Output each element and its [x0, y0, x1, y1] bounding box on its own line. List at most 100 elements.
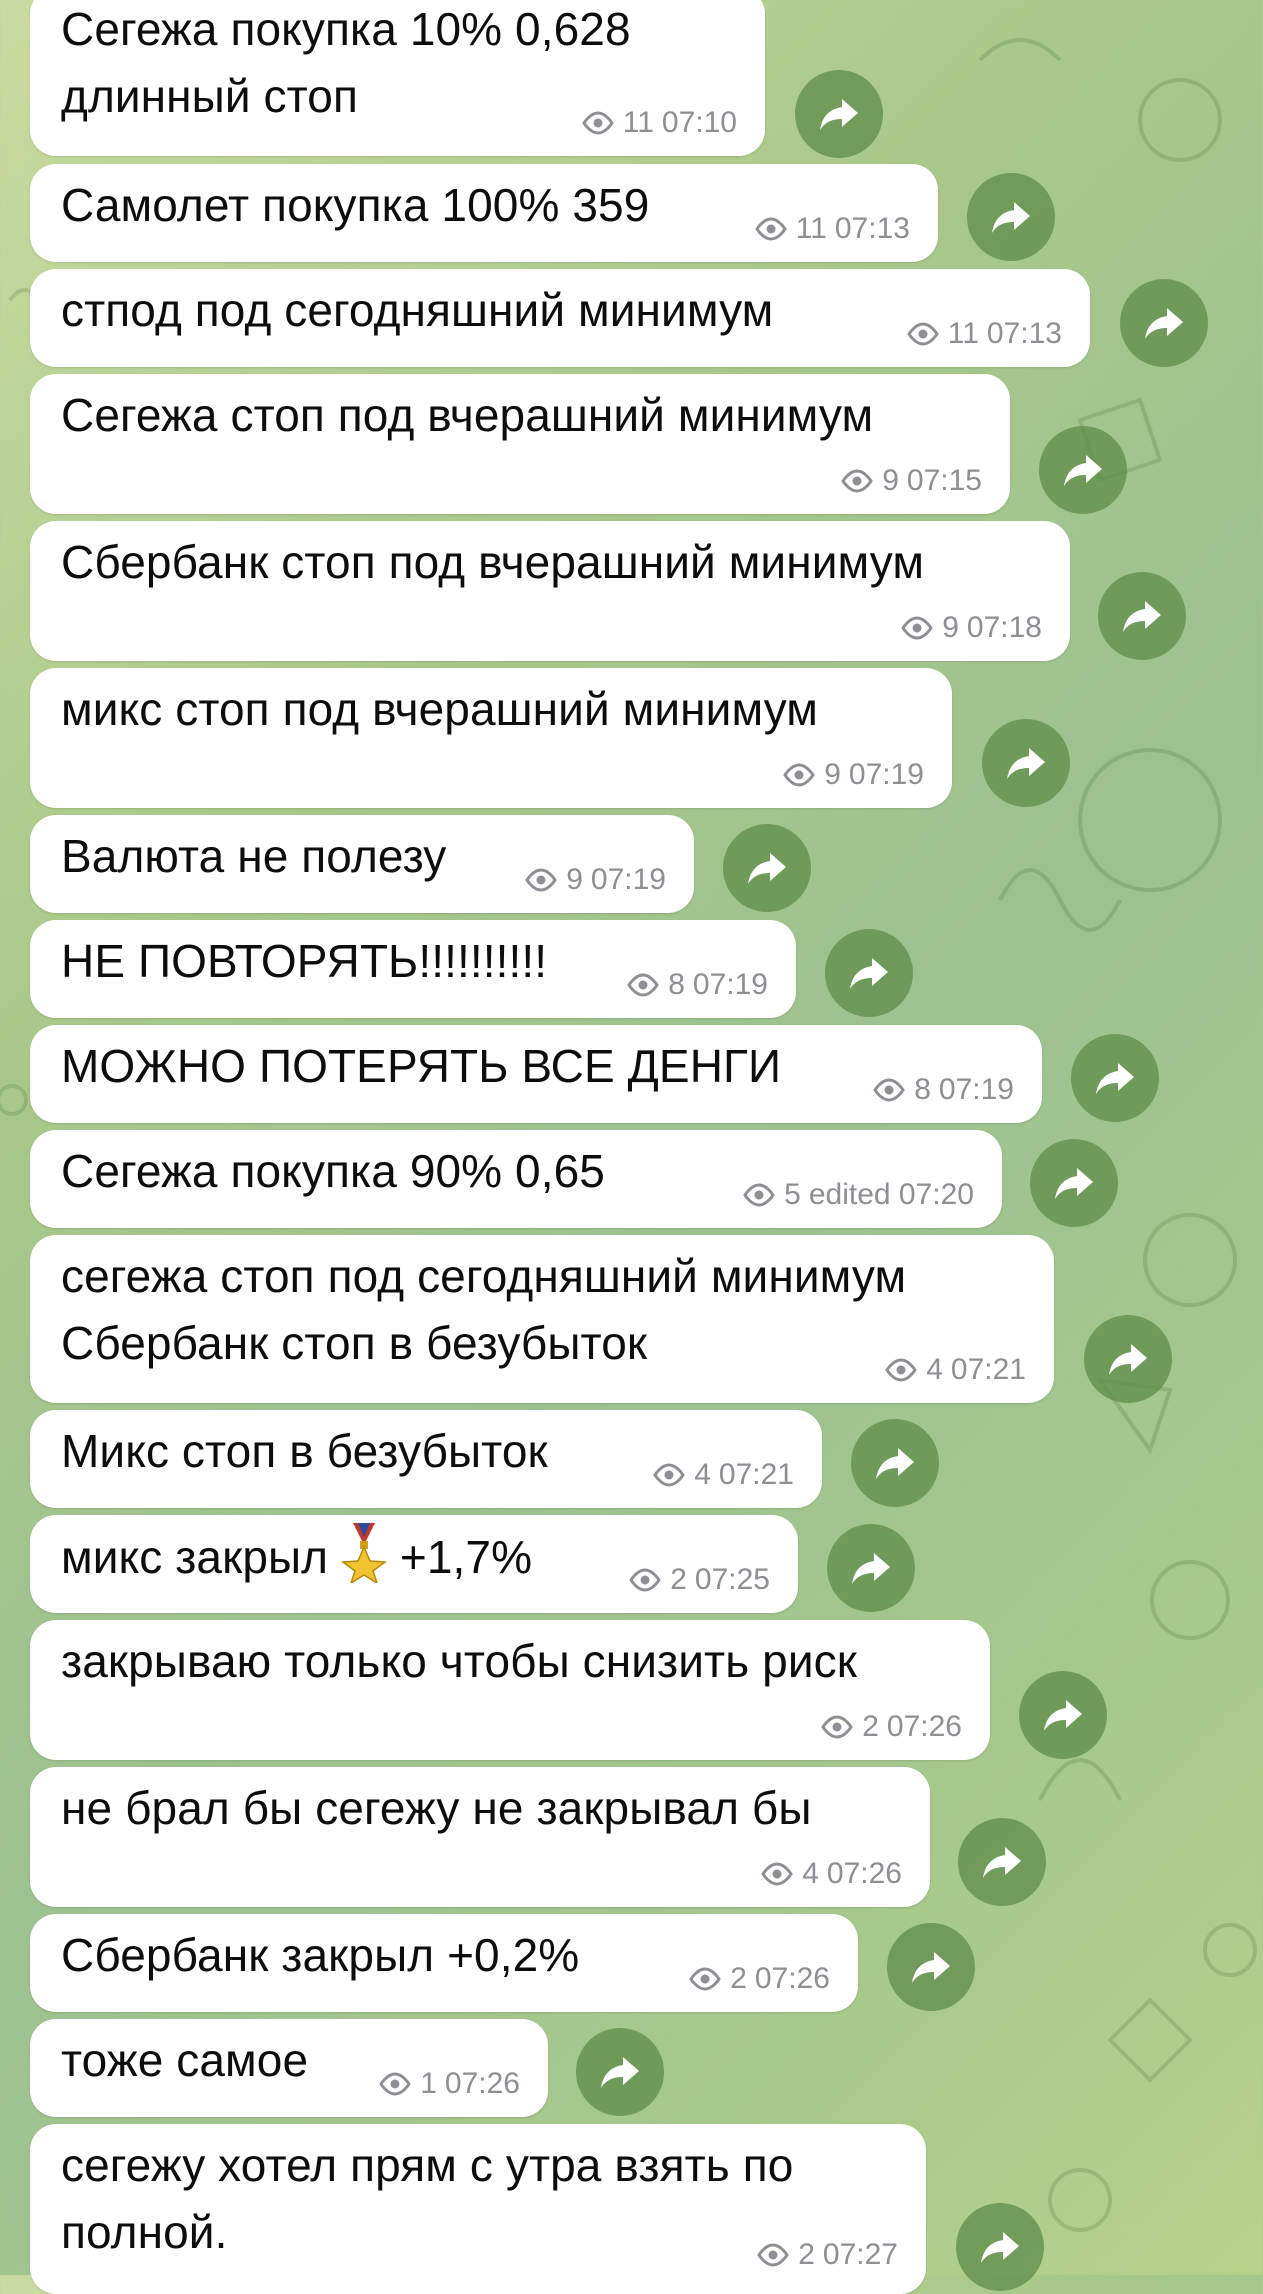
share-arrow-icon — [992, 202, 1030, 233]
views-eye-icon — [743, 1183, 775, 1207]
message-text: закрываю только чтобы снизить риск — [61, 1635, 857, 1687]
share-button[interactable] — [795, 70, 883, 158]
message-meta: 11 07:13 — [754, 214, 910, 244]
message-meta: 9 07:19 — [782, 760, 924, 790]
share-button[interactable] — [825, 929, 913, 1017]
share-arrow-icon — [748, 853, 786, 884]
view-count: 11 — [622, 106, 654, 139]
message-bubble: Сегежа покупка 90% 0,65 5 edited 07:20 — [30, 1130, 1002, 1228]
share-button[interactable] — [956, 2203, 1044, 2291]
message-bubble: Сбербанк стоп под вчерашний минимум 9 07… — [30, 521, 1070, 661]
message-time: 07:18 — [966, 611, 1042, 644]
message-bubble: НЕ ПОВТОРЯТЬ!!!!!!!!!! 8 07:19 — [30, 920, 796, 1018]
message-time: 07:26 — [754, 1962, 830, 1995]
views-eye-icon — [821, 1715, 853, 1739]
message-text: не брал бы сегежу не закрывал бы — [61, 1782, 812, 1834]
message-meta: 11 07:13 — [906, 319, 1062, 349]
share-arrow-icon — [1096, 1063, 1134, 1094]
message-meta: 9 07:18 — [900, 613, 1042, 643]
message-time: 07:13 — [834, 212, 910, 245]
share-button[interactable] — [1098, 572, 1186, 660]
share-button[interactable] — [723, 824, 811, 912]
message-bubble: тоже самое 1 07:26 — [30, 2019, 548, 2117]
message-meta: 9 07:19 — [524, 865, 666, 895]
message-meta: 5 edited 07:20 — [742, 1180, 974, 1210]
message-meta: 4 07:21 — [652, 1460, 794, 1490]
message-time: 07:19 — [692, 968, 768, 1001]
message-text: МОЖНО ПОТЕРЯТЬ ВСЕ ДЕНГИ — [61, 1040, 782, 1092]
views-eye-icon — [757, 2243, 789, 2267]
share-arrow-icon — [1064, 455, 1102, 486]
views-eye-icon — [761, 1862, 793, 1886]
view-count: 2 — [798, 2238, 815, 2271]
view-count: 9 — [942, 611, 959, 644]
share-arrow-icon — [852, 1553, 890, 1584]
message-time: 07:26 — [444, 2067, 520, 2100]
views-eye-icon — [901, 616, 933, 640]
share-button[interactable] — [982, 719, 1070, 807]
message-time: 07:26 — [826, 1857, 902, 1890]
message-meta: 2 07:25 — [628, 1565, 770, 1595]
view-count: 8 — [914, 1073, 931, 1106]
views-eye-icon — [873, 1078, 905, 1102]
share-button[interactable] — [958, 1818, 1046, 1906]
views-eye-icon — [907, 322, 939, 346]
message-time: 07:21 — [718, 1458, 794, 1491]
message-meta: 4 07:26 — [760, 1859, 902, 1889]
share-button[interactable] — [827, 1524, 915, 1612]
message-text: Сбербанк стоп под вчерашний минимум — [61, 536, 925, 588]
share-arrow-icon — [820, 99, 858, 130]
message-bubble: Валюта не полезу 9 07:19 — [30, 815, 694, 913]
views-eye-icon — [653, 1463, 685, 1487]
view-count: 4 — [802, 1857, 819, 1890]
views-eye-icon — [379, 2072, 411, 2096]
share-arrow-icon — [1055, 1168, 1093, 1199]
share-button[interactable] — [967, 173, 1055, 261]
message-bubble: микс закрыл +1,7% 2 07:25 — [30, 1515, 798, 1613]
message-time: 07:25 — [694, 1563, 770, 1596]
view-count: 2 — [670, 1563, 687, 1596]
view-count: 2 — [862, 1710, 879, 1743]
message-bubble: сегежу хотел прям с утра взять по полной… — [30, 2124, 926, 2294]
message-text-end: +1,7% — [387, 1531, 533, 1583]
share-button[interactable] — [1120, 279, 1208, 367]
message-time: 07:21 — [950, 1353, 1026, 1386]
message-bubble: не брал бы сегежу не закрывал бы 4 07:26 — [30, 1767, 930, 1907]
share-button[interactable] — [851, 1419, 939, 1507]
message-time: 07:27 — [822, 2238, 898, 2271]
views-eye-icon — [689, 1967, 721, 1991]
view-count: 8 — [668, 968, 685, 1001]
views-eye-icon — [783, 763, 815, 787]
share-arrow-icon — [1109, 1344, 1147, 1375]
message-list[interactable]: Сегежа покупка 10% 0,628 длинный стоп 11… — [0, 0, 1263, 2294]
medal-icon — [341, 1523, 388, 1583]
message-bubble: закрываю только чтобы снизить риск 2 07:… — [30, 1620, 990, 1760]
share-arrow-icon — [601, 2057, 639, 2088]
message-bubble: Микс стоп в безубыток 4 07:21 — [30, 1410, 822, 1508]
share-arrow-icon — [1007, 748, 1045, 779]
message-text: Сегежа стоп под вчерашний минимум — [61, 389, 874, 441]
view-count: 1 — [420, 2067, 437, 2100]
message-text-start: микс закрыл — [61, 1531, 342, 1583]
share-button[interactable] — [576, 2028, 664, 2116]
share-button[interactable] — [1084, 1315, 1172, 1403]
views-eye-icon — [525, 868, 557, 892]
message-text: микс стоп под вчерашний минимум — [61, 683, 819, 735]
share-button[interactable] — [1019, 1671, 1107, 1759]
message-meta: 11 07:10 — [581, 108, 737, 138]
message-time: 07:10 — [661, 106, 737, 139]
share-arrow-icon — [876, 1448, 914, 1479]
message-text: сегежа стоп под сегодняшний минимум Сбер… — [61, 1250, 907, 1369]
views-eye-icon — [582, 111, 614, 135]
views-eye-icon — [755, 217, 787, 241]
message-meta: 8 07:19 — [872, 1075, 1014, 1105]
share-button[interactable] — [1030, 1139, 1118, 1227]
share-button[interactable] — [1039, 426, 1127, 514]
views-eye-icon — [841, 469, 873, 493]
message-meta: 8 07:19 — [626, 970, 768, 1000]
share-arrow-icon — [1044, 1700, 1082, 1731]
views-eye-icon — [629, 1568, 661, 1592]
message-time: edited 07:20 — [808, 1178, 974, 1211]
share-button[interactable] — [1071, 1034, 1159, 1122]
share-button[interactable] — [887, 1923, 975, 2011]
